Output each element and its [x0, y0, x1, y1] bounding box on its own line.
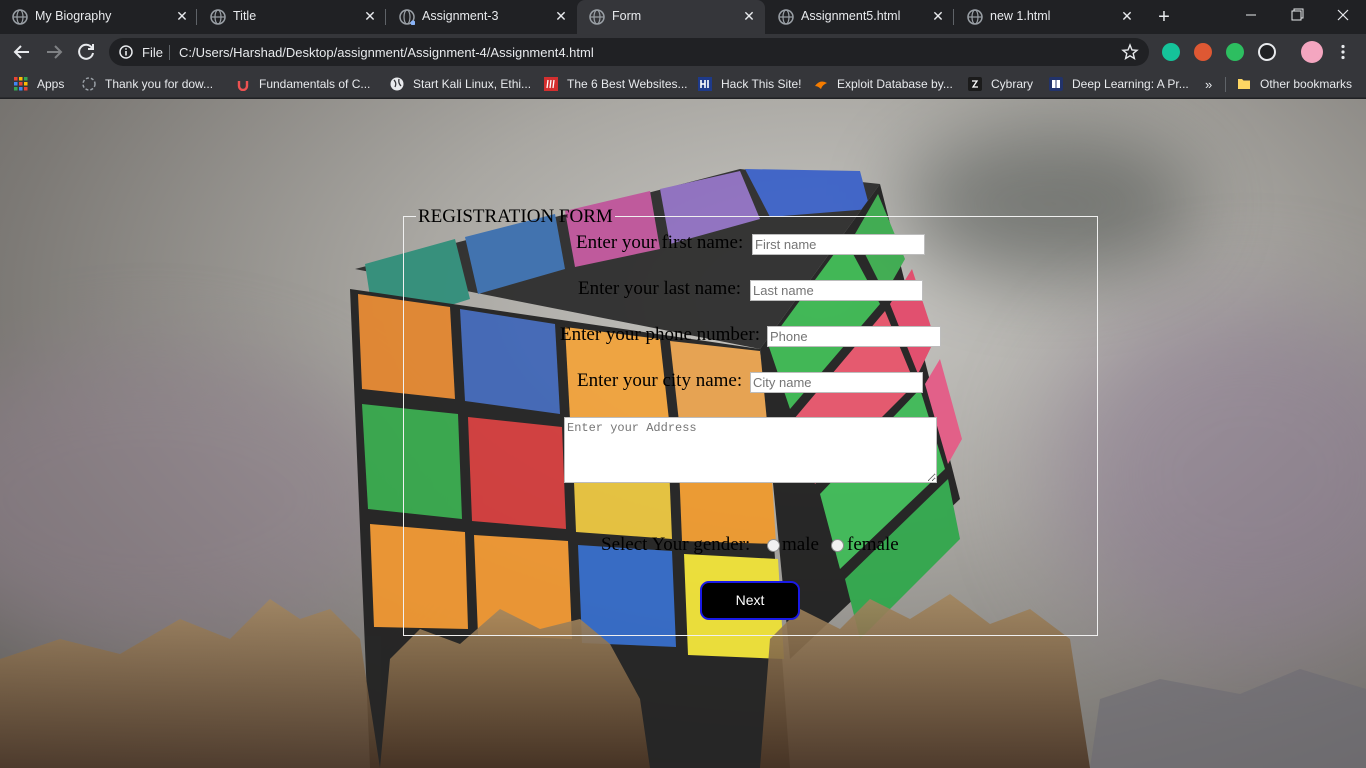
page-viewport: REGISTRATION FORM Enter your first name:… — [0, 99, 1366, 768]
new-tab-button[interactable]: + — [1152, 5, 1176, 29]
city-input[interactable] — [750, 372, 923, 393]
male-option-label[interactable]: male — [782, 534, 819, 556]
reload-icon[interactable] — [74, 40, 98, 64]
browser-toolbar: File C:/Users/Harshad/Desktop/assignment… — [0, 34, 1366, 70]
evernote-icon[interactable] — [1226, 43, 1244, 61]
m-icon — [544, 77, 558, 91]
gender-label: Select Your gender: — [601, 534, 751, 555]
duckduckgo-icon[interactable] — [1194, 43, 1212, 61]
menu-dots-icon[interactable] — [1334, 43, 1352, 61]
close-icon[interactable]: ✕ — [362, 8, 378, 24]
globe-icon — [589, 9, 605, 25]
bookmark-label: Deep Learning: A Pr... — [1072, 77, 1189, 91]
close-icon[interactable]: ✕ — [741, 8, 757, 24]
close-icon[interactable]: ✕ — [553, 8, 569, 24]
last-name-input[interactable] — [750, 280, 923, 301]
bookmark-label: Apps — [37, 77, 65, 91]
first-name-input[interactable] — [752, 234, 925, 255]
back-arrow-icon[interactable] — [10, 40, 34, 64]
globe-icon — [390, 77, 404, 91]
globe-icon — [12, 9, 28, 25]
file-scheme-label: File — [142, 45, 163, 60]
grammarly-icon[interactable] — [1162, 43, 1180, 61]
hackthissite-icon — [698, 77, 712, 91]
form-legend: REGISTRATION FORM — [418, 206, 613, 227]
tab-assignment5[interactable]: Assignment5.html ✕ — [766, 0, 954, 34]
address-bar[interactable]: File C:/Users/Harshad/Desktop/assignment… — [109, 38, 1149, 66]
tab-strip: My Biography ✕ Title ✕ Assignment-3 ✕ Fo… — [0, 0, 1366, 34]
url-text[interactable]: C:/Users/Harshad/Desktop/assignment/Assi… — [179, 45, 594, 60]
cybrary-icon — [968, 77, 982, 91]
female-option-label[interactable]: female — [847, 534, 899, 556]
tab-title: Assignment-3 — [422, 9, 499, 23]
address-textarea[interactable] — [564, 417, 937, 483]
restore-icon[interactable] — [1274, 0, 1320, 30]
close-window-icon[interactable] — [1320, 0, 1366, 30]
globe-icon — [967, 9, 983, 25]
tab-title: Title — [233, 9, 257, 23]
phone-input[interactable] — [767, 326, 941, 347]
book-icon — [1049, 77, 1063, 91]
bookmark-6-best-websites[interactable]: The 6 Best Websites... — [544, 75, 688, 93]
apps-grid-icon — [14, 77, 28, 91]
address-divider — [169, 45, 170, 60]
tab-form[interactable]: Form ✕ — [577, 0, 765, 34]
bookmark-label: Hack This Site! — [721, 77, 802, 91]
bookmark-other-bookmarks[interactable]: Other bookmarks — [1237, 75, 1352, 93]
male-radio[interactable] — [767, 539, 780, 552]
last-name-label: Enter your last name: — [578, 278, 742, 299]
city-label: Enter your city name: — [577, 370, 743, 391]
bookmarks-divider — [1225, 77, 1226, 92]
close-icon[interactable]: ✕ — [174, 8, 190, 24]
close-icon[interactable]: ✕ — [1119, 8, 1135, 24]
bookmark-kali-linux[interactable]: Start Kali Linux, Ethi... — [390, 75, 531, 93]
info-icon[interactable] — [119, 45, 133, 59]
bookmark-hack-this-site[interactable]: Hack This Site! — [698, 75, 801, 93]
tab-title: My Biography — [35, 9, 112, 23]
bookmarks-bar: Apps Thank you for dow... Fundamentals o… — [0, 70, 1366, 98]
loading-globe-icon — [399, 9, 415, 25]
close-icon[interactable]: ✕ — [930, 8, 946, 24]
bookmark-exploit-database[interactable]: Exploit Database by... — [814, 75, 953, 93]
bookmark-thank-you[interactable]: Thank you for dow... — [82, 75, 213, 93]
globe-icon — [778, 9, 794, 25]
bookmark-cybrary[interactable]: Cybrary — [968, 75, 1033, 93]
wappalyzer-icon[interactable] — [1258, 43, 1276, 61]
minimize-icon[interactable] — [1228, 0, 1274, 30]
bookmark-apps[interactable]: Apps — [14, 75, 64, 93]
udemy-icon — [237, 81, 249, 91]
tab-title: Assignment5.html — [801, 9, 901, 23]
exploitdb-icon — [815, 81, 827, 89]
globe-icon — [210, 9, 226, 25]
tab-separator — [953, 9, 954, 25]
bookmark-label: The 6 Best Websites... — [567, 77, 688, 91]
tab-new-1[interactable]: new 1.html ✕ — [955, 0, 1143, 34]
tab-assignment-3[interactable]: Assignment-3 ✕ — [387, 0, 576, 34]
female-radio[interactable] — [831, 539, 844, 552]
phone-label: Enter your phone number: — [560, 324, 760, 345]
forward-arrow-icon[interactable] — [42, 40, 66, 64]
bookmark-label: Other bookmarks — [1260, 77, 1353, 91]
bookmarks-overflow-icon[interactable]: » — [1205, 75, 1212, 93]
tab-title: Form — [612, 9, 642, 23]
bookmark-label: Cybrary — [991, 77, 1034, 91]
download-icon — [82, 77, 96, 91]
first-name-label: Enter your first name: — [576, 232, 744, 253]
bookmark-label: Start Kali Linux, Ethi... — [413, 77, 532, 91]
bookmark-label: Exploit Database by... — [837, 77, 953, 91]
bookmark-label: Thank you for dow... — [105, 77, 214, 91]
next-button[interactable]: Next — [700, 581, 800, 620]
folder-icon — [1238, 79, 1250, 89]
bookmark-deep-learning[interactable]: Deep Learning: A Pr... — [1049, 75, 1189, 93]
bookmark-star-icon[interactable] — [1121, 43, 1139, 61]
tab-separator — [385, 9, 386, 25]
bookmark-label: Fundamentals of C... — [259, 77, 371, 91]
tab-my-biography[interactable]: My Biography ✕ — [0, 0, 197, 34]
tab-title: new 1.html — [990, 9, 1051, 23]
avatar[interactable] — [1301, 41, 1323, 63]
bookmark-fundamentals[interactable]: Fundamentals of C... — [236, 75, 370, 93]
tab-separator — [196, 9, 197, 25]
tab-title-page[interactable]: Title ✕ — [198, 0, 386, 34]
